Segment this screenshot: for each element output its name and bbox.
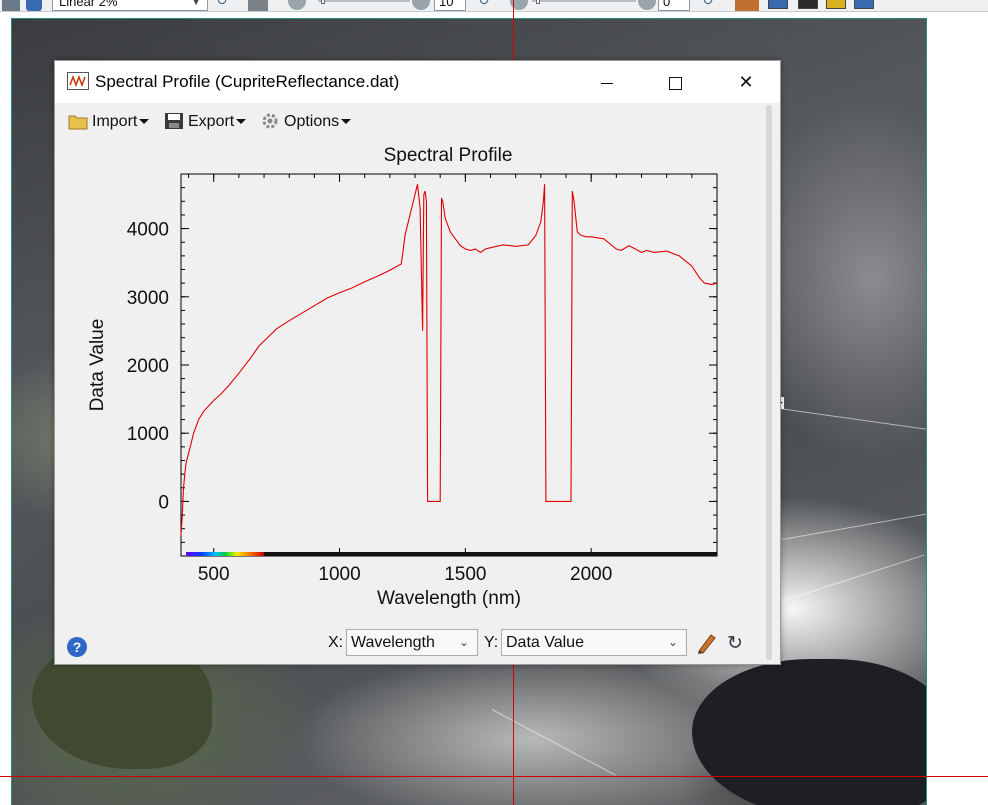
view-icon[interactable] xyxy=(768,0,788,9)
brightness-icon[interactable] xyxy=(288,0,306,10)
stretch-options-icon[interactable] xyxy=(248,0,268,11)
contrast-slider[interactable] xyxy=(532,0,636,2)
y-axis-value: Data Value xyxy=(506,634,584,651)
contrast-slider-handle[interactable] xyxy=(536,0,540,4)
road-line xyxy=(781,512,926,540)
chevron-down-icon: ⌄ xyxy=(667,635,678,649)
brightness-slider[interactable] xyxy=(318,0,410,2)
contrast-dial-icon[interactable] xyxy=(638,0,656,10)
stretch-dropdown[interactable]: Linear 2% ▼ xyxy=(52,0,208,11)
contrast-field[interactable]: 0 xyxy=(658,0,690,11)
y-tick-label: 2000 xyxy=(127,356,169,377)
infrared-bar xyxy=(264,552,717,556)
terrain-shadow xyxy=(692,659,926,805)
spectral-profile-chart[interactable]: Spectral Profile 500 1000 1500 2000 0 1000 200… xyxy=(55,61,780,621)
brightness-field[interactable]: 10 xyxy=(434,0,466,11)
pen-icon[interactable] xyxy=(695,632,717,654)
x-tick-label: 2000 xyxy=(570,564,612,585)
x-tick-label: 500 xyxy=(198,564,230,585)
highlight-icon[interactable] xyxy=(826,0,846,9)
chevron-down-icon: ⌄ xyxy=(458,635,469,649)
view-mode-icon[interactable] xyxy=(798,0,818,9)
help-icon[interactable]: ? xyxy=(67,637,87,657)
y-tick-label: 4000 xyxy=(127,220,169,241)
window-icon[interactable] xyxy=(854,0,874,9)
reset-contrast-icon[interactable]: ↻ xyxy=(702,0,720,8)
spectral-profile-dialog: Spectral Profile (CupriteReflectance.dat… xyxy=(54,60,781,665)
y-tick-label: 0 xyxy=(158,492,169,513)
envi-workspace: Linear 2%▼ ↻ 10 ↻ 0 ↻ ▶ xyxy=(0,0,988,805)
plot-title: Spectral Profile xyxy=(384,145,513,166)
layers-icon[interactable] xyxy=(735,0,759,11)
y-tick-label: 1000 xyxy=(127,424,169,445)
road-line xyxy=(771,554,925,605)
x-axis-selector-label: X: xyxy=(328,634,344,651)
y-axis-title: Data Value xyxy=(87,319,108,412)
display-icon[interactable] xyxy=(26,0,42,11)
x-axis-value: Wavelength xyxy=(351,634,435,651)
x-axis-title: Wavelength (nm) xyxy=(377,588,521,609)
brightness-dial-icon[interactable] xyxy=(412,0,430,10)
reset-brightness-icon[interactable]: ↻ xyxy=(478,0,496,8)
x-axis-dropdown[interactable]: Wavelength ⌄ xyxy=(346,629,478,656)
vertical-scrollbar[interactable] xyxy=(766,105,772,660)
y-tick-label: 3000 xyxy=(127,288,169,309)
y-axis-selector-label: Y: xyxy=(484,634,499,651)
reset-stretch-icon[interactable]: ↻ xyxy=(216,0,234,8)
plot-frame xyxy=(180,173,718,557)
x-tick-label: 1500 xyxy=(444,564,486,585)
chevron-down-icon: ▼ xyxy=(191,0,201,8)
refresh-icon[interactable]: ↻ xyxy=(727,633,749,655)
x-tick-label: 1000 xyxy=(318,564,360,585)
road-line xyxy=(771,407,926,431)
crosshair-horizontal xyxy=(0,776,988,777)
spectrum-line xyxy=(180,184,718,536)
main-toolbar: Linear 2% ▼ ↻ 10 ↻ 0 ↻ xyxy=(0,0,988,12)
y-axis-dropdown[interactable]: Data Value ⌄ xyxy=(501,629,687,656)
toolbar-icon[interactable] xyxy=(2,0,20,11)
visible-spectrum-bar xyxy=(186,552,265,556)
wash-channel xyxy=(491,709,616,776)
brightness-slider-handle[interactable] xyxy=(321,0,325,4)
